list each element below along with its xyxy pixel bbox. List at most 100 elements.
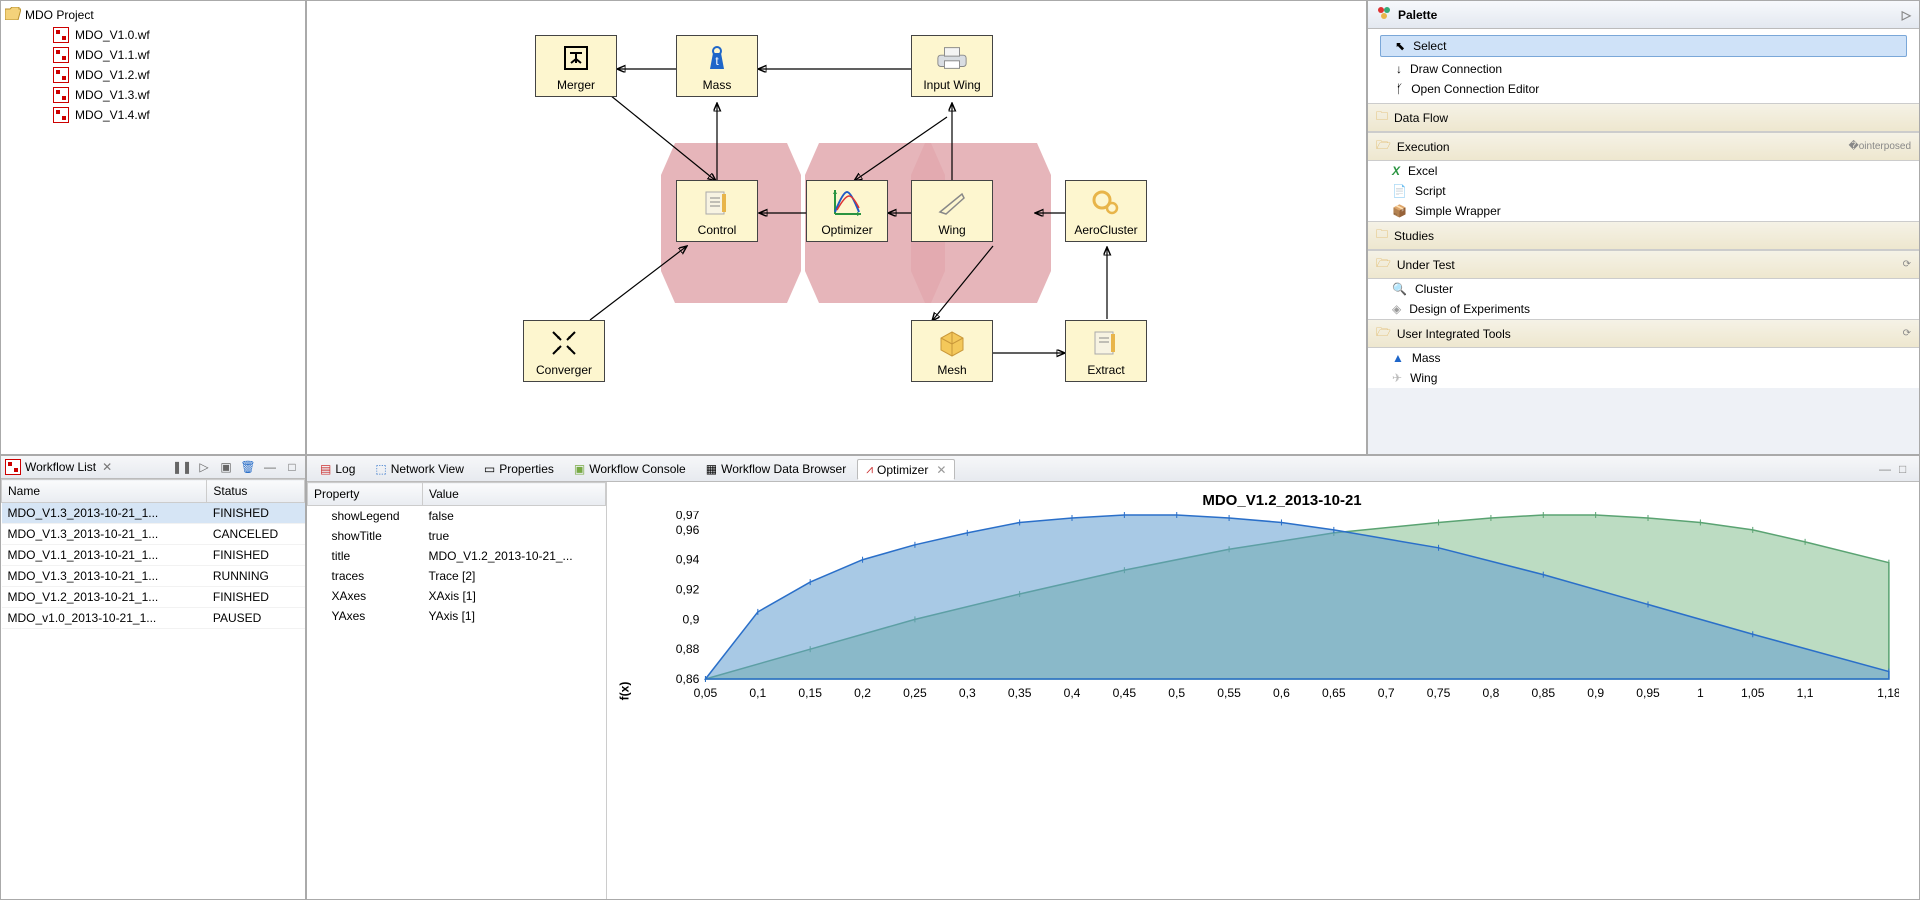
tree-file[interactable]: MDO_V1.4.wf — [1, 105, 305, 125]
table-row[interactable]: MDO_V1.3_2013-10-21_1...RUNNING — [2, 566, 305, 587]
table-row[interactable]: showLegendfalse — [308, 506, 606, 527]
tab-label: Optimizer — [877, 463, 928, 477]
node-label: Merger — [538, 78, 614, 92]
close-icon[interactable]: ✕ — [936, 463, 946, 477]
maximize-button[interactable]: □ — [1899, 462, 1915, 476]
col-name[interactable]: Name — [2, 480, 207, 503]
file-label: MDO_V1.1.wf — [75, 48, 150, 62]
workflow-file-icon — [53, 27, 69, 43]
col-status[interactable]: Status — [207, 480, 305, 503]
tool-label: Open Connection Editor — [1411, 82, 1539, 96]
collapse-icon[interactable]: ▷ — [1902, 8, 1911, 22]
node-mesh[interactable]: Mesh — [911, 320, 993, 382]
file-label: MDO_V1.0.wf — [75, 28, 150, 42]
tree-file[interactable]: MDO_V1.3.wf — [1, 85, 305, 105]
node-converger[interactable]: Converger — [523, 320, 605, 382]
tab-properties[interactable]: ▭Properties — [475, 459, 563, 479]
tab-label: Workflow Console — [589, 462, 685, 476]
table-row[interactable]: MDO_V1.3_2013-10-21_1...CANCELED — [2, 524, 305, 545]
table-row[interactable]: MDO_V1.1_2013-10-21_1...FINISHED — [2, 545, 305, 566]
tab-console[interactable]: ▣ Workflow Console — [565, 459, 695, 479]
table-row[interactable]: MDO_v1.0_2013-10-21_1...PAUSED — [2, 608, 305, 629]
tab-label: Properties — [499, 462, 554, 476]
tab-network[interactable]: ⬚Network View — [366, 459, 472, 479]
svg-text:0,75: 0,75 — [1427, 686, 1451, 700]
svg-text:0,9: 0,9 — [683, 612, 700, 626]
palette-group-dataflow[interactable]: 🗀Data Flow — [1368, 104, 1919, 132]
box-icon: 📦 — [1392, 204, 1407, 218]
table-row[interactable]: titleMDO_V1.2_2013-10-21_... — [308, 546, 606, 566]
palette-item-wing[interactable]: ✈Wing — [1368, 368, 1919, 388]
mass-icon: t — [701, 42, 733, 74]
node-control[interactable]: Control — [676, 180, 758, 242]
workflow-table: Name Status MDO_V1.3_2013-10-21_1...FINI… — [1, 479, 305, 629]
table-row[interactable]: YAxesYAxis [1] — [308, 606, 606, 626]
tool-label: Select — [1413, 39, 1446, 53]
folder-icon: 🗀 — [1376, 107, 1388, 128]
table-row[interactable]: tracesTrace [2] — [308, 566, 606, 586]
optimizer-chart: MDO_V1.2_2013-10-21 f(x) 0,860,880,90,92… — [607, 482, 1919, 899]
tree-file[interactable]: MDO_V1.1.wf — [1, 45, 305, 65]
stop-button[interactable]: ▣ — [217, 458, 235, 476]
close-icon[interactable]: ✕ — [102, 460, 112, 474]
tab-browser[interactable]: ▦Workflow Data Browser — [697, 459, 856, 479]
palette-group-undertest[interactable]: 🗁Under Test⟳ — [1368, 251, 1919, 279]
minimize-button[interactable]: — — [261, 458, 279, 476]
excel-icon: X — [1392, 164, 1400, 178]
cell-name: MDO_V1.3_2013-10-21_1... — [2, 566, 207, 587]
maximize-button[interactable]: □ — [283, 458, 301, 476]
table-row[interactable]: MDO_V1.2_2013-10-21_1...FINISHED — [2, 587, 305, 608]
cell-value: true — [422, 526, 605, 546]
pause-button[interactable]: ❚❚ — [173, 458, 191, 476]
col-value[interactable]: Value — [422, 483, 605, 506]
tree-file[interactable]: MDO_V1.0.wf — [1, 25, 305, 45]
palette-item-mass[interactable]: ▲Mass — [1368, 348, 1919, 368]
node-wing[interactable]: Wing — [911, 180, 993, 242]
palette-item-doe[interactable]: ◈Design of Experiments — [1368, 299, 1919, 319]
svg-text:0,05: 0,05 — [694, 686, 718, 700]
palette-group-execution[interactable]: 🗁Execution�ointerposed — [1368, 133, 1919, 161]
cell-status: CANCELED — [207, 524, 305, 545]
palette-item-excel[interactable]: XExcel — [1368, 161, 1919, 181]
palette-tool-draw-connection[interactable]: ↓Draw Connection — [1372, 59, 1915, 79]
palette-item-wrapper[interactable]: 📦Simple Wrapper — [1368, 201, 1919, 221]
project-root[interactable]: MDO Project — [1, 5, 305, 25]
workflow-icon — [5, 459, 21, 475]
tab-optimizer[interactable]: ⩘Optimizer✕ — [857, 459, 955, 480]
node-mass[interactable]: tMass — [676, 35, 758, 97]
node-extract[interactable]: Extract — [1065, 320, 1147, 382]
palette-title: Palette — [1398, 8, 1437, 22]
node-merger[interactable]: Merger — [535, 35, 617, 97]
tab-log[interactable]: ▤Log — [311, 459, 364, 479]
palette-tool-select[interactable]: ⬉Select — [1380, 35, 1907, 57]
cell-value: false — [422, 506, 605, 527]
cell-status: PAUSED — [207, 608, 305, 629]
svg-text:0,92: 0,92 — [676, 583, 700, 597]
folder-icon: 🗁 — [1376, 254, 1391, 275]
node-label: Converger — [526, 363, 602, 377]
palette-group-userint[interactable]: 🗁User Integrated Tools⟳ — [1368, 320, 1919, 348]
palette-tool-open-editor[interactable]: ᚶOpen Connection Editor — [1372, 79, 1915, 99]
svg-text:0,96: 0,96 — [676, 523, 700, 537]
node-inputwing[interactable]: Input Wing — [911, 35, 993, 97]
minimize-button[interactable]: — — [1879, 462, 1895, 476]
control-icon — [701, 187, 733, 219]
file-label: MDO_V1.3.wf — [75, 88, 150, 102]
palette-item-script[interactable]: 📄Script — [1368, 181, 1919, 201]
tree-file[interactable]: MDO_V1.2.wf — [1, 65, 305, 85]
chevron-icon: �ointerposed — [1848, 141, 1911, 152]
palette-group-studies[interactable]: 🗀Studies — [1368, 222, 1919, 250]
workflow-canvas[interactable]: Merger tMass Input Wing Control Optimize… — [306, 0, 1367, 455]
table-row[interactable]: XAxesXAxis [1] — [308, 586, 606, 606]
node-optimizer[interactable]: Optimizer — [806, 180, 888, 242]
console-icon: ▣ — [574, 462, 585, 476]
palette-item-cluster[interactable]: 🔍Cluster — [1368, 279, 1919, 299]
svg-text:1,18: 1,18 — [1877, 686, 1899, 700]
node-aerocluster[interactable]: AeroCluster — [1065, 180, 1147, 242]
trash-button[interactable]: 🗑 — [239, 458, 257, 476]
col-property[interactable]: Property — [308, 483, 423, 506]
printer-icon — [936, 42, 968, 74]
table-row[interactable]: showTitletrue — [308, 526, 606, 546]
play-button[interactable]: ▷ — [195, 458, 213, 476]
table-row[interactable]: MDO_V1.3_2013-10-21_1...FINISHED — [2, 503, 305, 524]
